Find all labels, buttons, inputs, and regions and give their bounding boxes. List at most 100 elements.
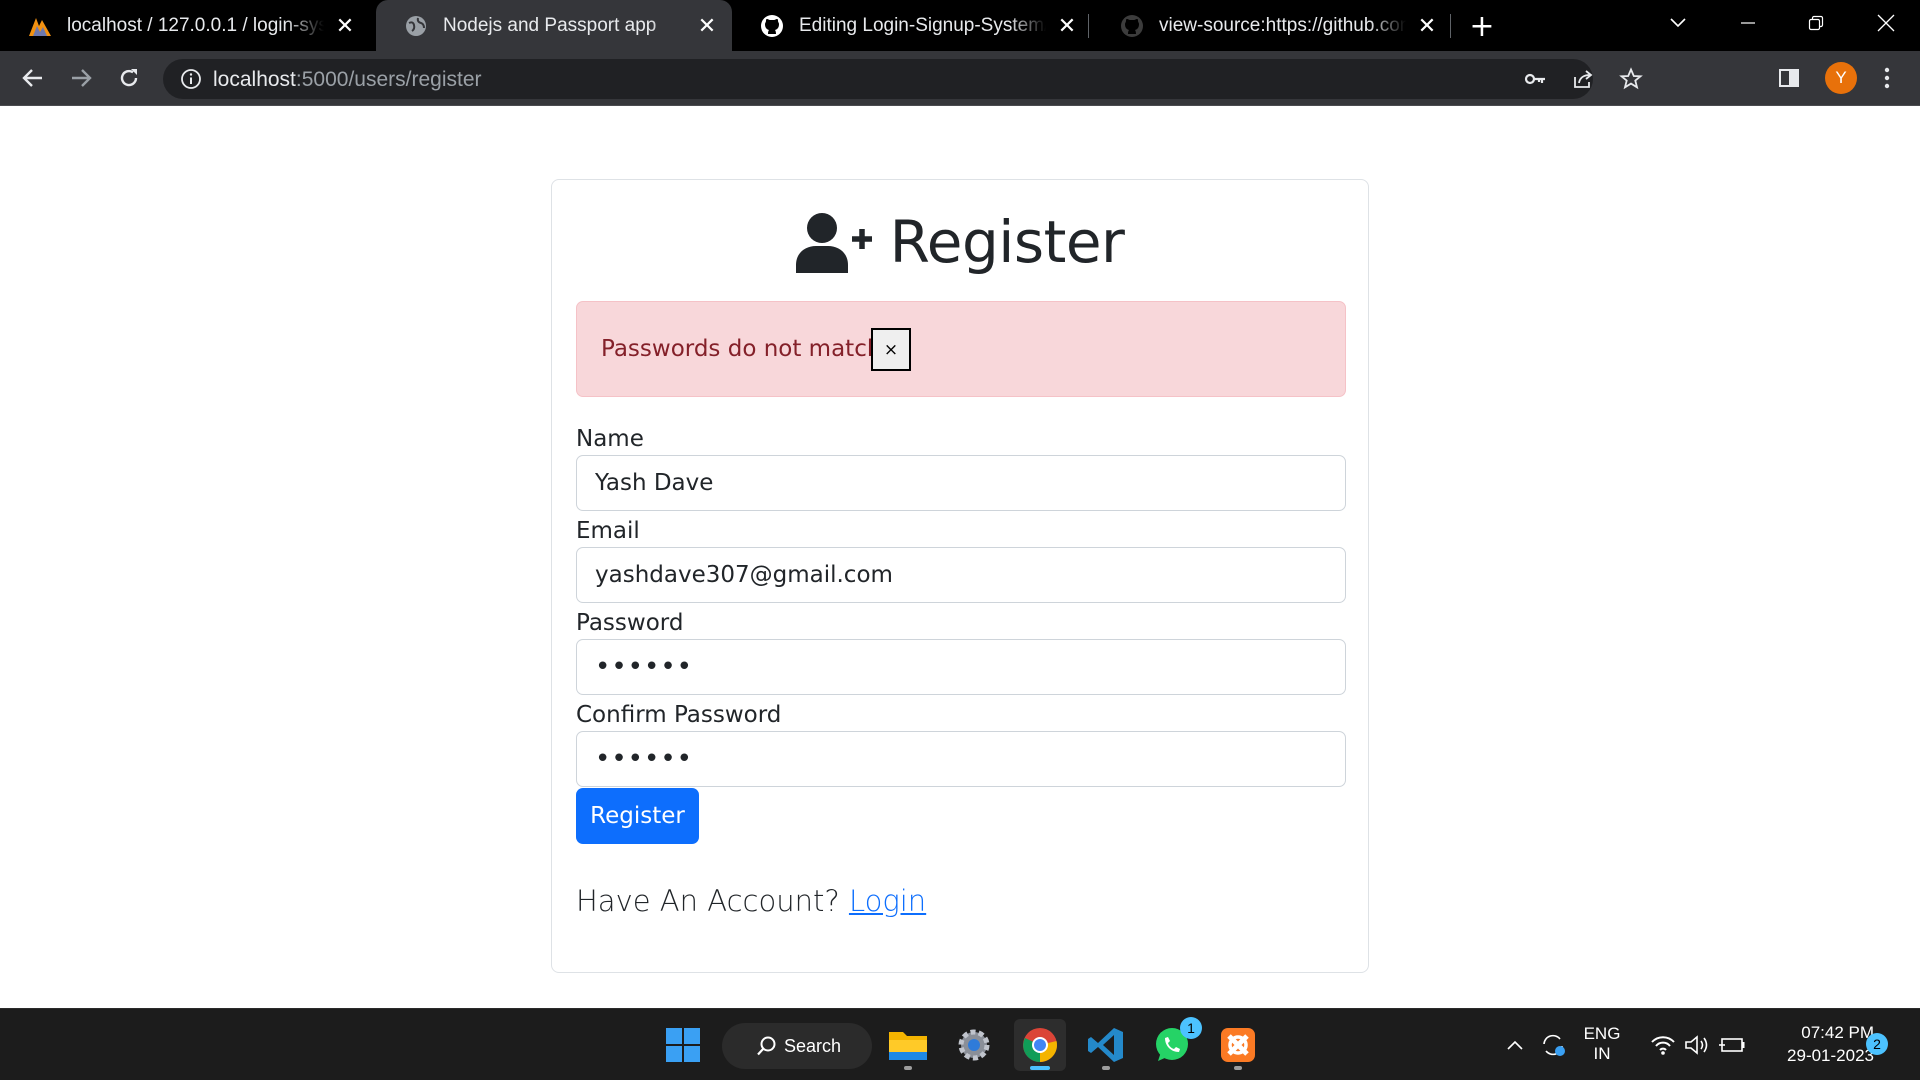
more-vert-icon xyxy=(1884,67,1890,89)
reload-icon xyxy=(120,69,138,87)
volume-icon xyxy=(1685,1035,1708,1055)
minimize-icon xyxy=(1741,21,1755,24)
login-prompt-text: Have An Account? xyxy=(576,884,849,918)
running-indicator xyxy=(1030,1066,1050,1070)
clock[interactable]: 07:42 PM 29-01-2023 xyxy=(1752,1023,1874,1066)
browser-tab-strip: localhost / 127.0.0.1 / login-system ✕ N… xyxy=(0,0,1920,51)
register-button[interactable]: Register xyxy=(576,788,699,844)
password-input[interactable]: •••••• xyxy=(576,639,1346,695)
search-icon xyxy=(757,1036,776,1056)
email-label: Email xyxy=(576,518,640,544)
xampp-app[interactable] xyxy=(1212,1019,1264,1071)
globe-icon xyxy=(403,13,429,39)
chevron-up-icon xyxy=(1507,1040,1523,1050)
restore-button[interactable] xyxy=(1786,0,1846,45)
settings-app[interactable] xyxy=(948,1019,1000,1071)
running-indicator xyxy=(904,1066,912,1070)
url-text: localhost:5000/users/register xyxy=(213,68,482,92)
tab-divider xyxy=(1450,14,1451,38)
file-explorer-app[interactable] xyxy=(882,1019,934,1071)
tab-view-source[interactable]: view-source:https://github.com/ ✕ xyxy=(1092,0,1452,51)
clock-time: 07:42 PM xyxy=(1801,1023,1874,1042)
tab-github-editing[interactable]: Editing Login-Signup-System/README.md ✕ xyxy=(732,0,1092,51)
arrow-left-icon xyxy=(22,69,42,87)
tab-title: Editing Login-Signup-System/README.md xyxy=(799,14,1046,36)
alert-message: Passwords do not match xyxy=(601,336,882,362)
chrome-app[interactable] xyxy=(1014,1019,1066,1071)
tab-title: Nodejs and Passport app xyxy=(443,14,657,36)
close-icon xyxy=(1877,14,1895,31)
login-prompt: Have An Account? Login xyxy=(576,884,926,918)
restore-icon xyxy=(1808,15,1824,30)
close-window-button[interactable] xyxy=(1856,0,1916,45)
password-label: Password xyxy=(576,610,684,636)
running-indicator xyxy=(1234,1066,1242,1070)
vscode-app[interactable] xyxy=(1080,1019,1132,1071)
whatsapp-app[interactable]: 1 xyxy=(1146,1017,1202,1071)
tab-search-button[interactable] xyxy=(1648,0,1708,45)
close-icon[interactable]: ✕ xyxy=(1054,13,1080,39)
taskbar: Search 1 ENG IN 07:42 PM 29-01-2023 2 xyxy=(0,1008,1920,1080)
clock-date: 29-01-2023 xyxy=(1787,1046,1874,1065)
browser-toolbar: localhost:5000/users/register Y xyxy=(0,51,1920,106)
show-hidden-icons-button[interactable] xyxy=(1500,1025,1530,1065)
arrow-right-icon xyxy=(72,69,92,87)
star-icon[interactable] xyxy=(1619,67,1643,91)
github-icon xyxy=(1119,13,1145,39)
whatsapp-badge: 1 xyxy=(1180,1017,1202,1039)
tab-nodejs-passport[interactable]: Nodejs and Passport app ✕ xyxy=(376,0,732,51)
folder-icon xyxy=(889,1032,927,1060)
tab-divider xyxy=(1088,14,1089,38)
profile-avatar[interactable]: Y xyxy=(1825,62,1857,94)
confirm-password-label: Confirm Password xyxy=(576,702,782,728)
address-bar[interactable]: localhost:5000/users/register xyxy=(163,59,1643,99)
reload-button[interactable] xyxy=(112,61,146,95)
phpmyadmin-icon xyxy=(27,13,53,39)
page-title: Register xyxy=(889,208,1125,276)
back-button[interactable] xyxy=(16,61,50,95)
info-icon[interactable] xyxy=(179,67,203,91)
tab-title: view-source:https://github.com/ xyxy=(1159,14,1406,36)
confirm-password-input[interactable]: •••••• xyxy=(576,731,1346,787)
name-label: Name xyxy=(576,426,644,452)
side-panel-button[interactable] xyxy=(1772,61,1806,95)
sync-tray-button[interactable] xyxy=(1536,1025,1570,1065)
quick-settings-button[interactable] xyxy=(1644,1025,1752,1065)
wifi-icon xyxy=(1651,1036,1675,1055)
chevron-down-icon xyxy=(1670,17,1686,27)
menu-button[interactable] xyxy=(1870,61,1904,95)
url-path: :5000/users/register xyxy=(295,68,482,91)
start-button[interactable] xyxy=(657,1019,709,1071)
gear-icon xyxy=(958,1029,990,1061)
tab-phpmyadmin[interactable]: localhost / 127.0.0.1 / login-system ✕ xyxy=(0,0,370,51)
sync-icon xyxy=(1543,1034,1565,1056)
xampp-icon xyxy=(1221,1028,1255,1062)
language-indicator[interactable]: ENG IN xyxy=(1578,1024,1626,1064)
search-label: Search xyxy=(784,1035,842,1056)
forward-button[interactable] xyxy=(64,61,98,95)
login-link[interactable]: Login xyxy=(849,884,926,918)
key-icon[interactable] xyxy=(1523,67,1547,91)
close-icon[interactable]: ✕ xyxy=(1414,13,1440,39)
battery-icon xyxy=(1719,1038,1745,1052)
github-icon xyxy=(759,13,785,39)
side-panel-icon xyxy=(1779,69,1799,87)
language-code: ENG xyxy=(1583,1024,1621,1043)
close-icon[interactable]: ✕ xyxy=(332,13,358,39)
minimize-button[interactable] xyxy=(1718,0,1778,45)
chrome-icon xyxy=(1023,1028,1057,1062)
close-icon[interactable]: ✕ xyxy=(694,13,720,39)
share-icon[interactable] xyxy=(1571,67,1595,91)
notification-badge[interactable]: 2 xyxy=(1866,1033,1888,1055)
error-alert: Passwords do not match × xyxy=(576,301,1346,397)
name-input[interactable]: Yash Dave xyxy=(576,455,1346,511)
new-tab-button[interactable]: + xyxy=(1466,9,1498,44)
url-host: localhost xyxy=(213,68,296,91)
user-plus-icon xyxy=(795,213,872,273)
windows-icon xyxy=(666,1028,700,1062)
email-input[interactable]: yashdave307@gmail.com xyxy=(576,547,1346,603)
register-card: Register Passwords do not match × Name Y… xyxy=(551,179,1369,973)
taskbar-search[interactable]: Search xyxy=(722,1023,872,1069)
vscode-icon xyxy=(1088,1028,1123,1062)
alert-close-button[interactable]: × xyxy=(871,328,911,371)
